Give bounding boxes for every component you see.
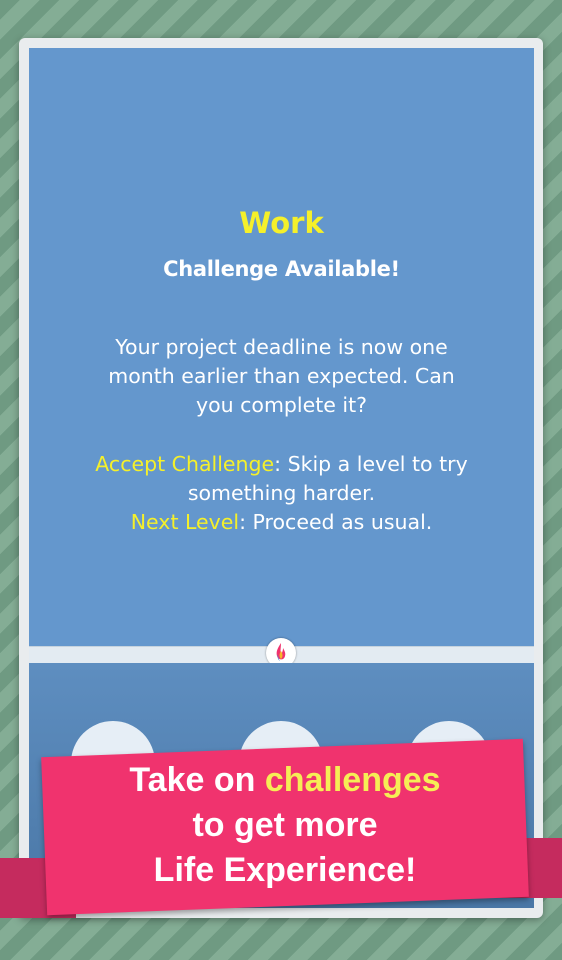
option-accept-label: Accept Challenge <box>95 452 275 476</box>
promo-banner-text: Take on challenges to get more Life Expe… <box>44 758 526 893</box>
option-accept: Accept Challenge: Skip a level to try so… <box>59 450 504 508</box>
card-subtitle: Challenge Available! <box>163 257 400 281</box>
banner-line-1: Take on challenges <box>44 758 526 803</box>
challenge-card: Work Challenge Available! Your project d… <box>29 48 534 646</box>
banner-line-1-prefix: Take on <box>129 761 265 799</box>
banner-line-2: to get more <box>192 806 378 844</box>
banner-line-3: Life Experience! <box>153 851 417 889</box>
challenge-options: Accept Challenge: Skip a level to try so… <box>59 450 504 537</box>
option-next: Next Level: Proceed as usual. <box>59 508 504 537</box>
challenge-description: Your project deadline is now one month e… <box>108 335 455 417</box>
option-next-text: : Proceed as usual. <box>239 510 433 534</box>
banner-highlight: challenges <box>264 761 441 799</box>
option-next-label: Next Level <box>130 510 240 534</box>
card-title: Work <box>239 206 324 240</box>
